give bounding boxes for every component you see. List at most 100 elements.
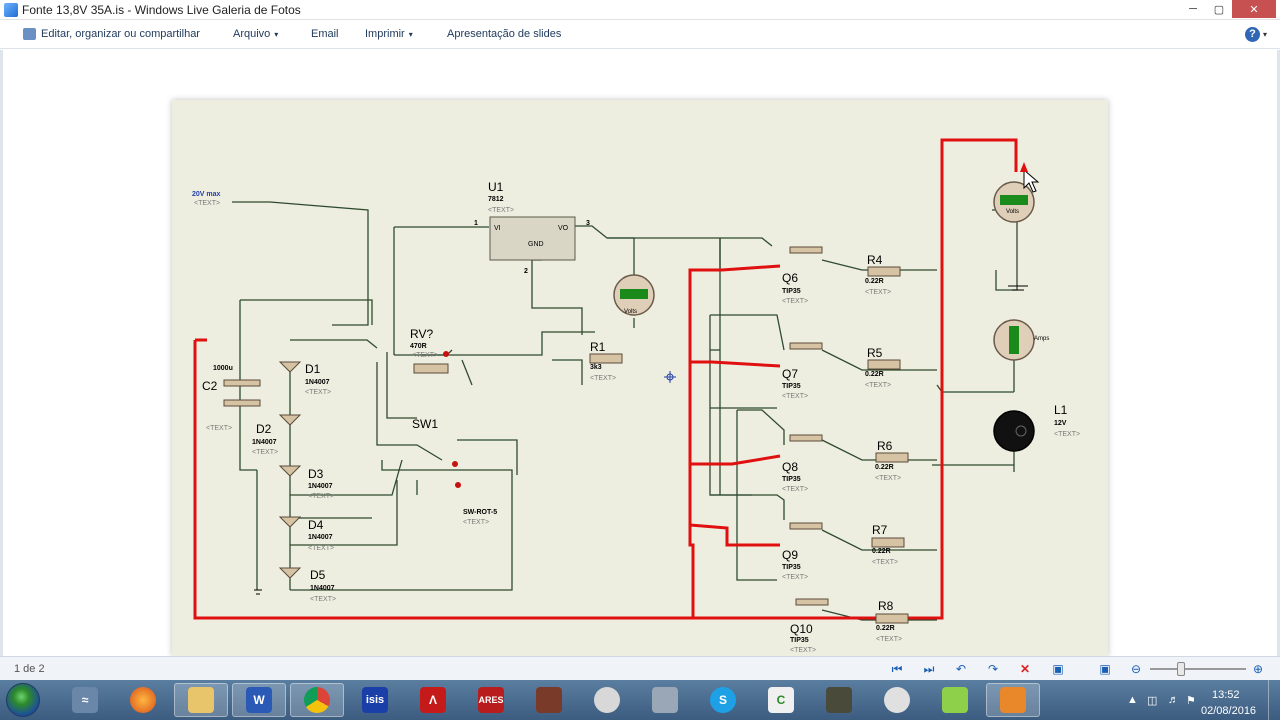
u1-text-tag: <TEXT> (488, 207, 515, 214)
taskbar-isis[interactable]: isis (348, 683, 402, 717)
zoom-in-button[interactable]: ⊕ (1250, 661, 1266, 677)
rotate-left-icon: ↶ (955, 662, 967, 676)
window-controls: ─ ▢ ✕ (1180, 0, 1276, 18)
taskbar-gallery[interactable] (986, 683, 1040, 717)
firefox-icon (130, 687, 156, 713)
r4-value: 0.22R (865, 278, 884, 285)
d2-text-tag: <TEXT> (252, 449, 279, 456)
print-menu-label: Imprimir (365, 28, 405, 40)
camtasia-icon: C (768, 687, 794, 713)
chevron-down-icon: ▾ (274, 30, 279, 39)
help-chevron-icon[interactable]: ▾ (1263, 30, 1267, 39)
q7-part: TIP35 (782, 383, 801, 390)
c2-label: C2 (202, 379, 218, 393)
minimize-button[interactable]: ─ (1180, 0, 1206, 18)
app-switcher-icon: ≈ (72, 687, 98, 713)
rv-text-tag: <TEXT> (412, 352, 439, 359)
taskbar-word[interactable]: W (232, 683, 286, 717)
battery-icon (942, 687, 968, 713)
word-icon: W (246, 687, 272, 713)
clock-date[interactable]: 02/08/2016 (1201, 705, 1256, 717)
slideshow-button[interactable]: Apresentação de slides (447, 28, 561, 40)
close-button[interactable]: ✕ (1232, 0, 1276, 18)
chevron-down-icon: ▾ (408, 30, 413, 39)
help-icon[interactable]: ? (1245, 27, 1260, 42)
actual-size-icon: ▣ (1099, 662, 1111, 676)
tray-expand-icon[interactable]: ▲ (1127, 694, 1138, 706)
volume-icon[interactable]: ♬ (1168, 694, 1179, 706)
start-button[interactable] (6, 683, 40, 717)
email-label: Email (311, 28, 339, 40)
r7-value: 0.22R (872, 548, 891, 555)
first-icon: ⏮ (891, 662, 903, 676)
taskbar-app-1[interactable]: ≈ (58, 683, 112, 717)
meter-amps-label: Amps (1034, 336, 1050, 342)
flag-icon[interactable]: ⚑ (1186, 694, 1196, 707)
taskbar-firefox[interactable] (116, 683, 170, 717)
d3-part: 1N4007 (308, 483, 333, 490)
email-button[interactable]: Email (311, 28, 339, 40)
d4-text-tag: <TEXT> (308, 545, 335, 552)
taskbar-media[interactable] (812, 683, 866, 717)
slideshow-nav-button[interactable]: ▣ (1050, 661, 1066, 677)
photo-gallery-taskbar-icon (1000, 687, 1026, 713)
maximize-button[interactable]: ▢ (1206, 0, 1232, 18)
show-desktop-button[interactable] (1268, 680, 1280, 720)
app-window: Fonte 13,8V 35A.is - Windows Live Galeri… (0, 0, 1280, 720)
page-counter: 1 de 2 (14, 663, 45, 675)
meter-volts-label-2: Volts (1006, 209, 1020, 215)
rotate-right-button[interactable]: ↷ (985, 661, 1001, 677)
clock-time[interactable]: 13:52 (1212, 689, 1240, 701)
zoom-slider-track[interactable] (1150, 668, 1246, 670)
taskbar-skype[interactable]: S (696, 683, 750, 717)
taskbar-explorer[interactable] (174, 683, 228, 717)
title-bar: Fonte 13,8V 35A.is - Windows Live Galeri… (0, 0, 1280, 20)
taskbar-camtasia[interactable]: C (754, 683, 808, 717)
d1-part: 1N4007 (305, 379, 330, 386)
calculator-icon (652, 687, 678, 713)
meter-volts-label-1: Volts (624, 309, 638, 315)
zoom-out-button[interactable]: ⊖ (1128, 661, 1144, 677)
zoom-slider-thumb[interactable] (1177, 662, 1185, 676)
taskbar-chrome[interactable] (290, 683, 344, 717)
q10-part: TIP35 (790, 637, 809, 644)
rotate-left-button[interactable]: ↶ (953, 661, 969, 677)
file-menu[interactable]: Arquivo ▾ (233, 28, 278, 40)
navigation-bar: 1 de 2 ⏮ ⏭ ↶ ↷ ✕ ▣ ▣ ⊖ ⊕ (0, 656, 1280, 680)
c2-value: 1000u (213, 365, 233, 372)
edit-icon (23, 28, 36, 40)
q9-text-tag: <TEXT> (782, 574, 809, 581)
edit-organize-button[interactable]: Editar, organizar ou compartilhar (41, 28, 200, 40)
q8-text-tag: <TEXT> (782, 486, 809, 493)
taskbar-paint[interactable] (580, 683, 634, 717)
r8-text-tag: <TEXT> (876, 636, 903, 643)
network-icon[interactable]: ◫ (1147, 694, 1157, 707)
previous-button[interactable]: ⏮ (889, 661, 905, 677)
close-icon: ✕ (1249, 3, 1259, 16)
r6-value: 0.22R (875, 464, 894, 471)
taskbar-battery[interactable] (928, 683, 982, 717)
q9-part: TIP35 (782, 564, 801, 571)
zoom-out-icon: ⊖ (1130, 662, 1142, 676)
d4-part: 1N4007 (308, 534, 333, 541)
actual-size-button[interactable]: ▣ (1097, 661, 1113, 677)
taskbar-book[interactable] (522, 683, 576, 717)
taskbar-pdf[interactable]: Λ (406, 683, 460, 717)
q10-label: Q10 (790, 622, 813, 636)
u1-label: U1 (488, 180, 504, 194)
taskbar-ares[interactable]: ARES (464, 683, 518, 717)
q10-text-tag: <TEXT> (790, 647, 817, 654)
r4-text-tag: <TEXT> (865, 289, 892, 296)
r5-text-tag: <TEXT> (865, 382, 892, 389)
taskbar-calculator[interactable] (638, 683, 692, 717)
paint-icon (594, 687, 620, 713)
book-icon (536, 687, 562, 713)
next-button[interactable]: ⏭ (921, 661, 937, 677)
media-icon (826, 687, 852, 713)
r7-text-tag: <TEXT> (872, 559, 899, 566)
chrome-icon (304, 687, 330, 713)
delete-button[interactable]: ✕ (1017, 661, 1033, 677)
taskbar-webcam[interactable] (870, 683, 924, 717)
d1-text-tag: <TEXT> (305, 389, 332, 396)
print-menu[interactable]: Imprimir ▾ (365, 28, 413, 40)
